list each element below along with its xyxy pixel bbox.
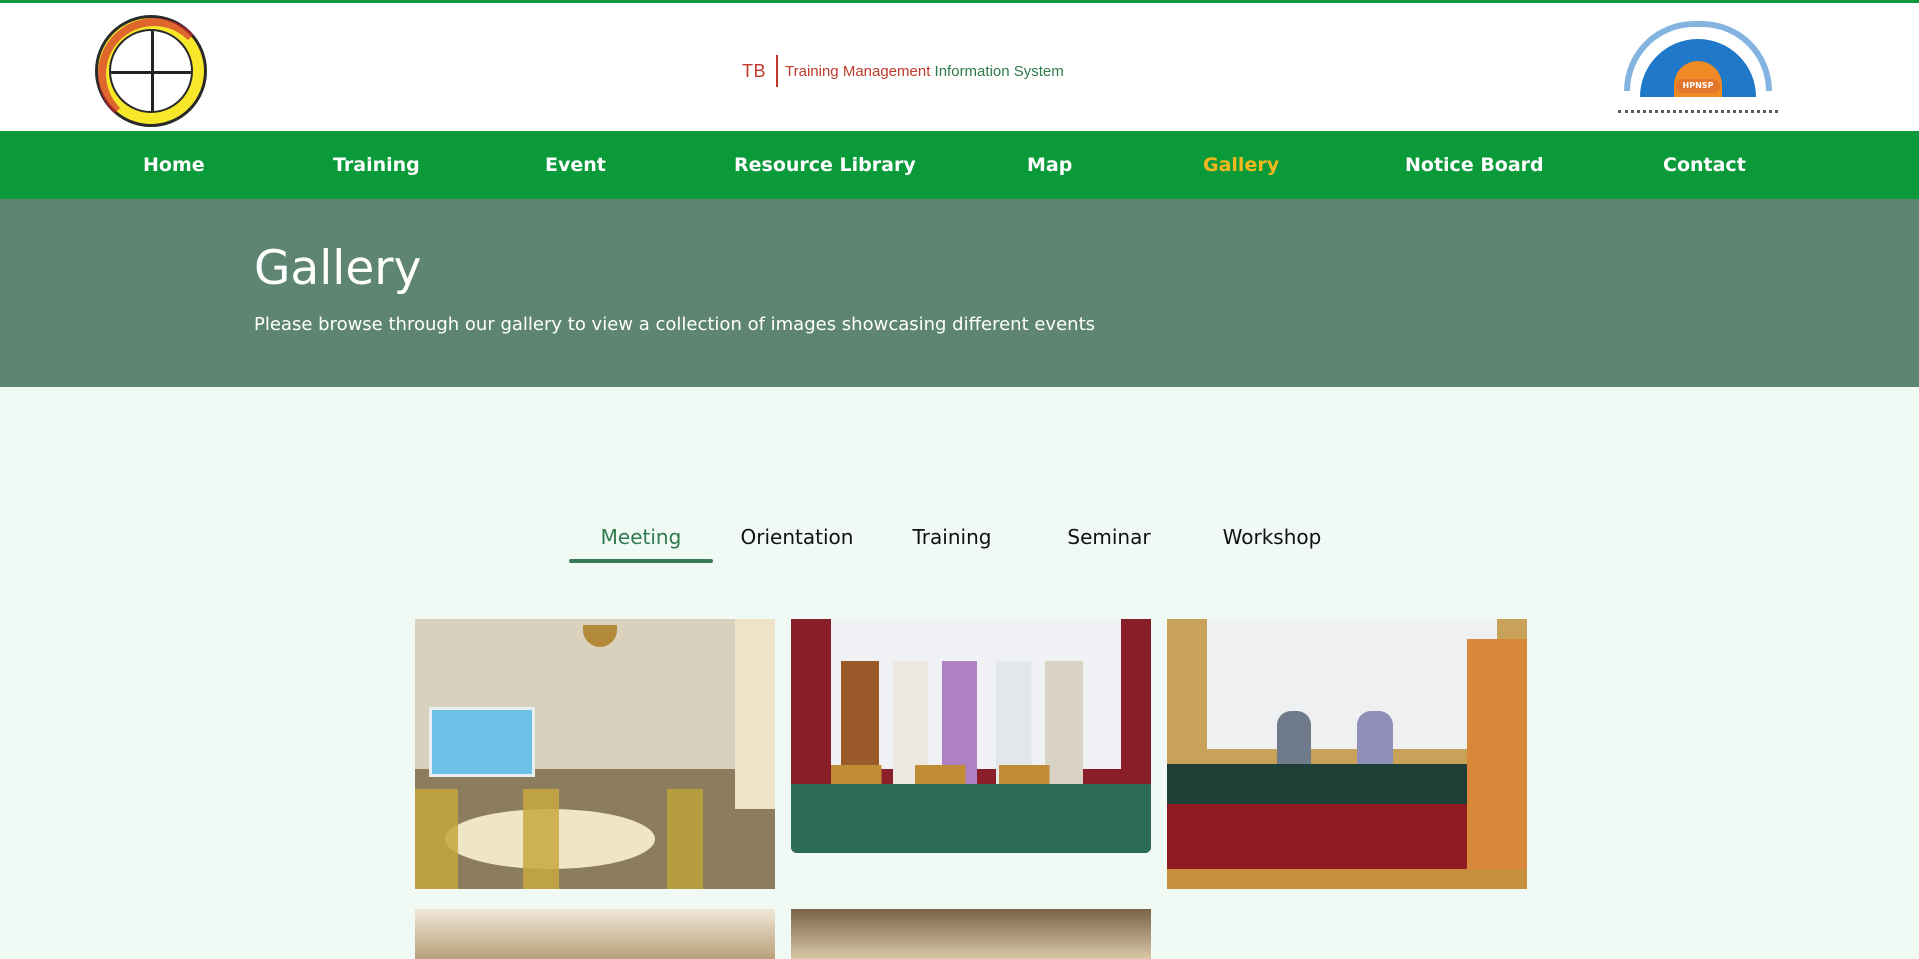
site-header: TB Training Management Information Syste… bbox=[0, 0, 1919, 131]
photo-banner bbox=[1207, 619, 1497, 749]
brand-title: Training Management Information System bbox=[785, 63, 1064, 80]
hpnsp-logo[interactable]: HPNSP bbox=[1618, 17, 1778, 117]
logo-emblem bbox=[109, 29, 193, 113]
logo-badge: HPNSP bbox=[1676, 79, 1720, 93]
main-navigation: Home Training Event Resource Library Map… bbox=[0, 131, 1919, 199]
gallery-photo[interactable] bbox=[791, 619, 1151, 853]
nav-home[interactable]: Home bbox=[143, 131, 205, 199]
gallery-hero: Gallery Please browse through our galler… bbox=[0, 199, 1919, 387]
gallery-photo[interactable] bbox=[415, 619, 775, 889]
nav-training[interactable]: Training bbox=[333, 131, 420, 199]
logo-caption bbox=[1618, 101, 1778, 113]
page-subtitle: Please browse through our gallery to vie… bbox=[254, 314, 1095, 335]
brand-title-red: Training Management bbox=[785, 62, 935, 80]
nav-notice-board[interactable]: Notice Board bbox=[1405, 131, 1544, 199]
site-brand[interactable]: TB Training Management Information Syste… bbox=[742, 55, 1064, 87]
tab-orientation[interactable]: Orientation bbox=[732, 521, 862, 563]
brand-divider bbox=[776, 55, 779, 87]
nav-resource-library[interactable]: Resource Library bbox=[734, 131, 916, 199]
gallery-photo[interactable] bbox=[1167, 619, 1527, 889]
nav-map[interactable]: Map bbox=[1027, 131, 1072, 199]
tab-meeting[interactable]: Meeting bbox=[569, 521, 713, 563]
brand-title-green: Information System bbox=[934, 62, 1064, 80]
tab-training[interactable]: Training bbox=[896, 521, 1008, 563]
gallery-photo[interactable] bbox=[415, 909, 775, 959]
tab-workshop[interactable]: Workshop bbox=[1210, 521, 1334, 563]
nav-gallery[interactable]: Gallery bbox=[1203, 131, 1279, 199]
nav-event[interactable]: Event bbox=[545, 131, 606, 199]
page-title: Gallery bbox=[254, 241, 422, 296]
nav-contact[interactable]: Contact bbox=[1663, 131, 1746, 199]
gallery-photo[interactable] bbox=[791, 909, 1151, 959]
brand-short: TB bbox=[742, 60, 767, 81]
projector-screen bbox=[429, 707, 535, 777]
active-tab-indicator bbox=[569, 559, 713, 563]
tab-seminar[interactable]: Seminar bbox=[1053, 521, 1165, 563]
tb-program-logo[interactable] bbox=[95, 15, 210, 130]
